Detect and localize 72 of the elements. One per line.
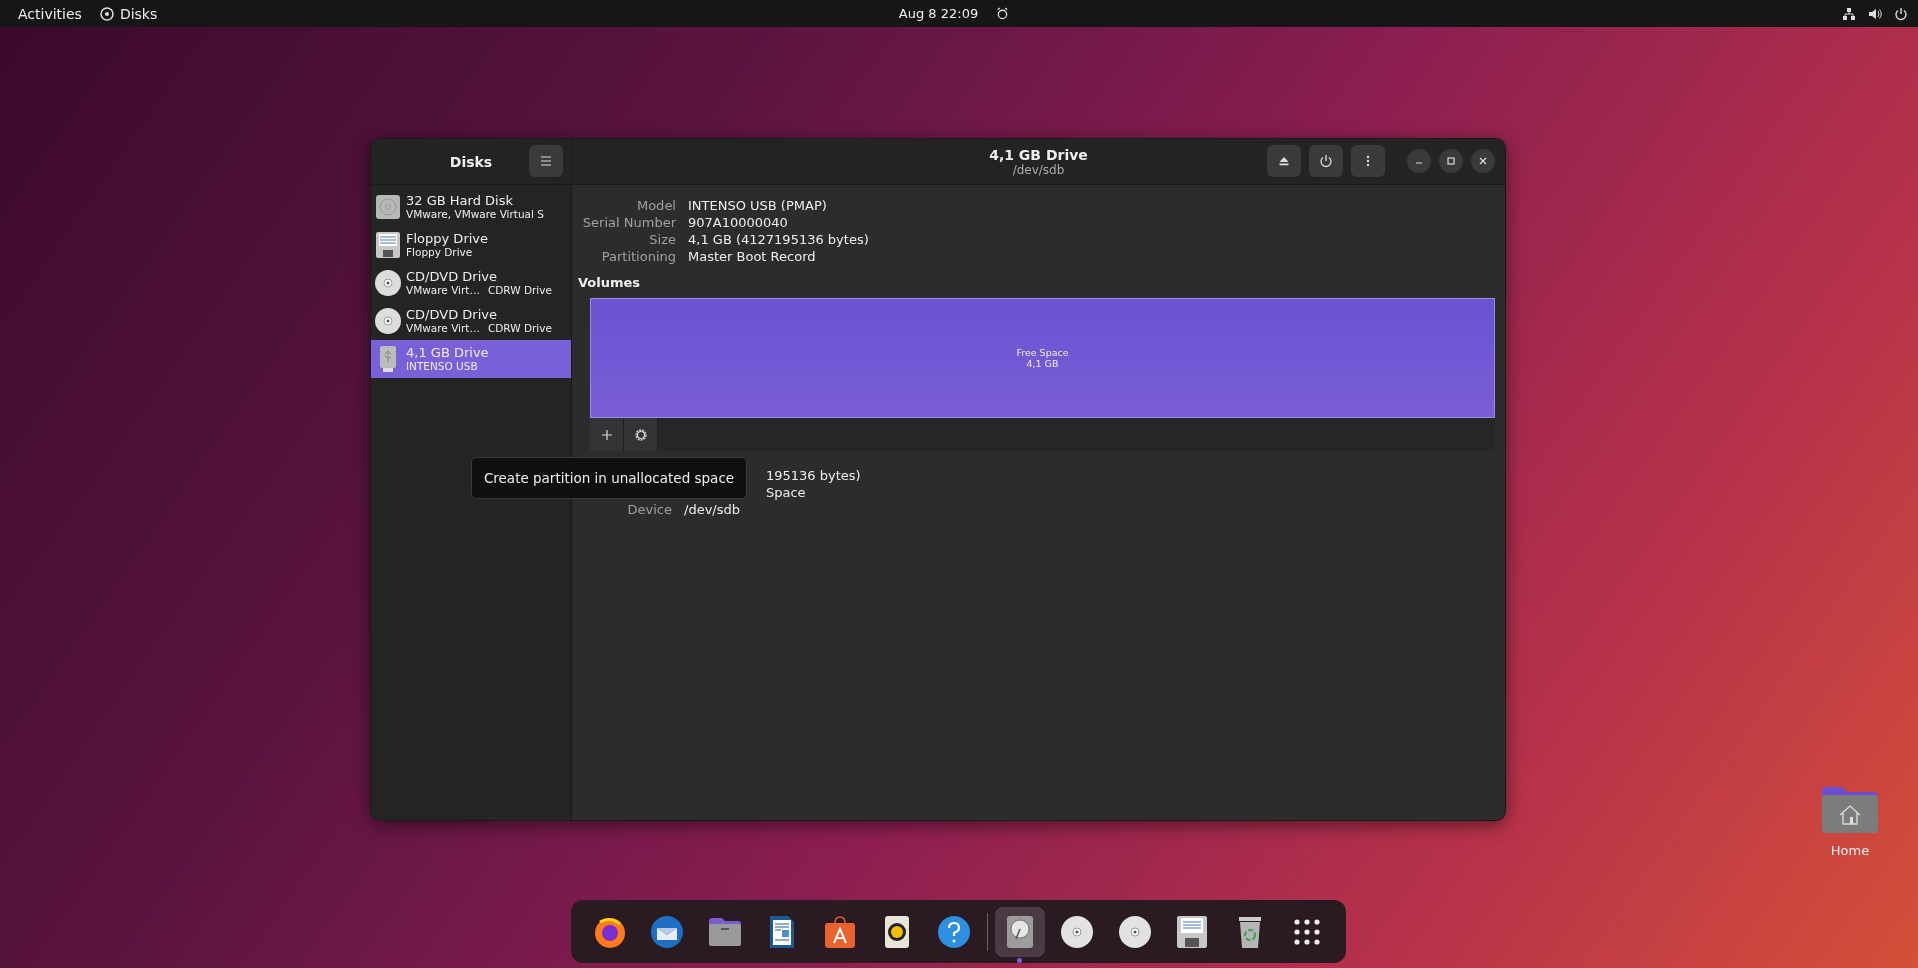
drive-type: CDRW Drive: [487, 284, 552, 297]
desktop-icon-label[interactable]: Home: [1830, 843, 1870, 858]
running-indicator: [1017, 957, 1022, 963]
menu-button[interactable]: [529, 145, 563, 177]
drive-item[interactable]: CD/DVD Drive VMware Virt… CDRW Drive: [371, 302, 571, 340]
floppy-icon: [374, 231, 402, 259]
power-icon[interactable]: [1894, 6, 1908, 21]
settings-button[interactable]: [624, 418, 658, 451]
plus-icon: [600, 428, 613, 441]
home-folder-icon[interactable]: [1820, 785, 1880, 835]
volume-icon[interactable]: [1868, 6, 1882, 21]
drive-name: CD/DVD Drive: [406, 269, 498, 284]
settings-icon: [632, 426, 649, 443]
app-grid-icon[interactable]: [1292, 917, 1321, 946]
detail-label: Serial Number: [581, 214, 676, 231]
free-space-segment[interactable]: Free Space 4,1 GB: [590, 298, 1495, 418]
detail-label: Model: [635, 197, 676, 214]
detail-value: 195136 bytes): [766, 467, 861, 484]
disc-icon[interactable]: [1059, 913, 1096, 950]
segment-label: Free Space: [1016, 347, 1069, 358]
app-menu[interactable]: Disks: [99, 5, 158, 22]
alarm-icon: [996, 7, 1010, 20]
power-off-button[interactable]: [1309, 145, 1343, 177]
detail-label: Size: [648, 231, 676, 248]
window-subtitle: /dev/sdb: [1012, 162, 1065, 177]
detail-value: Master Boot Record: [688, 248, 817, 265]
more-icon: [1366, 155, 1370, 167]
drive-name: 32 GB Hard Disk: [406, 193, 514, 208]
detail-value: 4,1 GB (4127195136 bytes): [688, 231, 869, 248]
drive-item[interactable]: CD/DVD Drive VMware Virt… CDRW Drive: [371, 264, 571, 302]
detail-label: Partitioning: [600, 248, 676, 265]
drive-name: Floppy Drive: [406, 231, 489, 246]
drive-item[interactable]: Floppy Drive Floppy Drive: [371, 226, 571, 264]
close-icon: [1478, 156, 1488, 166]
disc-icon[interactable]: [1116, 913, 1153, 950]
detail-label: Device: [626, 501, 672, 518]
drive-name: 4,1 GB Drive: [406, 345, 489, 360]
drive-model: VMware, VMware Virtual S: [406, 208, 544, 221]
drive-item[interactable]: 4,1 GB Drive INTENSO USB: [371, 340, 571, 378]
detail-value: /dev/sdb: [684, 501, 741, 518]
drive-model: VMware Virt…: [406, 322, 480, 335]
detail-value: Space: [766, 484, 806, 501]
power-icon: [1319, 154, 1333, 168]
disc-icon: [374, 269, 402, 297]
drive-name: CD/DVD Drive: [406, 307, 498, 322]
close-button[interactable]: [1471, 149, 1495, 173]
volumes-heading: Volumes: [578, 275, 642, 290]
maximize-button[interactable]: [1439, 149, 1463, 173]
detail-value: INTENSO USB (PMAP): [688, 197, 828, 214]
maximize-icon: [1446, 156, 1456, 166]
sidebar-title: Disks: [449, 153, 493, 170]
eject-icon: [1278, 155, 1290, 167]
drive-model: Floppy Drive: [406, 246, 473, 259]
minimize-button[interactable]: [1407, 149, 1431, 173]
help-icon[interactable]: [936, 913, 973, 950]
activities-button[interactable]: Activities: [0, 5, 100, 22]
drive-model: VMware Virt…: [406, 284, 480, 297]
segment-size: 4,1 GB: [1026, 358, 1059, 369]
clock[interactable]: Aug 8 22:09: [898, 6, 979, 21]
disc-icon: [374, 307, 402, 335]
menu-icon: [540, 156, 552, 166]
mail-icon[interactable]: [649, 913, 686, 950]
tooltip: Create partition in unallocated space: [471, 457, 747, 499]
window-title: 4,1 GB Drive: [989, 146, 1088, 163]
add-partition-button[interactable]: [590, 418, 624, 451]
eject-button[interactable]: [1267, 145, 1301, 177]
drive-item[interactable]: 32 GB Hard Disk VMware, VMware Virtual S: [371, 188, 571, 226]
detail-value: 907A10000040: [688, 214, 789, 231]
disk-icon: [99, 6, 114, 21]
network-icon[interactable]: [1842, 6, 1856, 21]
drive-type: CDRW Drive: [487, 322, 552, 335]
drive-model: INTENSO USB: [406, 360, 478, 373]
